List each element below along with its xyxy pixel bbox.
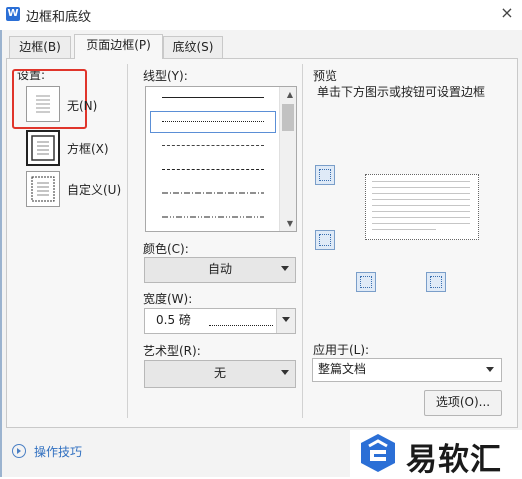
apply-to-select[interactable]: 整篇文档 <box>312 358 502 382</box>
preview-text-line <box>372 211 470 212</box>
line-style-listbox[interactable]: ▲ ▼ <box>145 86 297 232</box>
width-label: 宽度(W): <box>143 292 193 306</box>
setting-custom-icon[interactable] <box>26 171 60 207</box>
art-label: 艺术型(R): <box>143 344 201 358</box>
apply-to-value: 整篇文档 <box>318 362 367 376</box>
right-border-icon <box>430 276 442 288</box>
top-border-button[interactable] <box>315 165 335 185</box>
color-label: 颜色(C): <box>143 242 189 256</box>
setting-box-label[interactable]: 方框(X) <box>67 140 109 157</box>
width-line-sample <box>209 325 273 326</box>
divider <box>127 64 128 418</box>
watermark-text: 易软汇 <box>406 442 502 478</box>
color-select[interactable]: 自动 <box>144 257 296 283</box>
play-circle-icon[interactable] <box>12 444 26 458</box>
line-style-label: 线型(Y): <box>143 69 188 83</box>
left-border-icon <box>360 276 372 288</box>
preview-text-line <box>372 217 470 218</box>
line-style-dash-fine[interactable] <box>162 145 264 146</box>
close-icon[interactable]: × <box>497 3 517 23</box>
preview-text-line <box>372 205 470 206</box>
box-border-icon <box>31 135 55 161</box>
dialog-title: 边框和底纹 <box>26 10 92 25</box>
scroll-thumb[interactable] <box>282 104 294 131</box>
color-value: 自动 <box>207 262 232 276</box>
tab-borders[interactable]: 边框(B) <box>9 36 71 59</box>
apply-to-label: 应用于(L): <box>313 343 370 357</box>
chevron-down-icon <box>486 367 494 372</box>
preview-text-line <box>372 181 470 182</box>
tab-page-border[interactable]: 页面边框(P) <box>74 34 163 59</box>
chevron-down-icon <box>281 370 289 375</box>
custom-border-icon <box>31 176 55 202</box>
art-value: 无 <box>213 366 226 380</box>
chevron-down-icon <box>281 266 289 271</box>
width-dropdown-button[interactable] <box>276 309 295 333</box>
preview-page <box>365 174 479 240</box>
bottom-border-icon <box>319 234 331 246</box>
preview-text-line <box>372 193 470 194</box>
preview-heading: 预览 <box>313 69 338 83</box>
setting-custom-label[interactable]: 自定义(U) <box>67 181 121 198</box>
art-select[interactable]: 无 <box>144 360 296 388</box>
left-border-button[interactable] <box>356 272 376 292</box>
line-style-dash[interactable] <box>162 169 264 170</box>
bottom-border-button[interactable] <box>315 230 335 250</box>
tips-link[interactable]: 操作技巧 <box>34 443 82 460</box>
options-button[interactable]: 选项(O)... <box>424 390 502 416</box>
preview-text-line <box>372 223 470 224</box>
preview-text-line <box>372 187 470 188</box>
divider <box>302 64 303 418</box>
selected-line-style <box>150 111 276 133</box>
watermark-logo-icon <box>358 432 398 474</box>
page-lines-icon <box>36 95 50 113</box>
top-border-icon <box>319 169 331 181</box>
setting-box-icon[interactable] <box>26 130 60 166</box>
scroll-up-icon[interactable]: ▲ <box>287 90 293 99</box>
wps-writer-icon: W <box>6 7 20 21</box>
width-select[interactable]: 0.5 磅 <box>144 308 296 334</box>
chevron-down-icon <box>282 317 290 322</box>
window-edge <box>0 30 2 477</box>
setting-none-icon[interactable] <box>26 86 60 122</box>
line-style-scrollbar[interactable]: ▲ ▼ <box>279 87 296 231</box>
watermark: 易软汇 <box>350 430 522 478</box>
line-style-solid[interactable] <box>162 97 264 98</box>
preview-text-line <box>372 229 436 230</box>
preview-text-line <box>372 199 470 200</box>
preview-hint: 单击下方图示或按钮可设置边框 <box>317 85 486 99</box>
scroll-down-icon[interactable]: ▼ <box>287 219 293 228</box>
width-value: 0.5 磅 <box>156 313 191 327</box>
setting-none-label[interactable]: 无(N) <box>67 97 97 114</box>
right-border-button[interactable] <box>426 272 446 292</box>
borders-and-shading-dialog: W 边框和底纹 × 边框(B) 页面边框(P) 底纹(S) 设置: 无(N) 方… <box>0 0 522 478</box>
line-style-dotted[interactable] <box>162 121 264 122</box>
tab-shading[interactable]: 底纹(S) <box>163 36 223 59</box>
title-bar: W 边框和底纹 × <box>0 0 522 30</box>
